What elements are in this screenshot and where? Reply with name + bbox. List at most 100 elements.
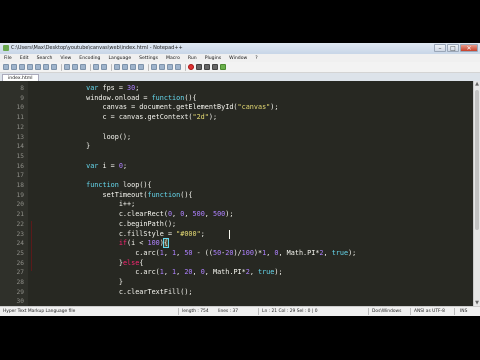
code-text: setTimeout(function(){ <box>37 190 193 199</box>
code-line[interactable]: 26 }else{ <box>0 259 473 269</box>
code-line[interactable]: 22 c.beginPath(); <box>0 220 473 230</box>
code-text: c.clearRect(0, 0, 500, 500); <box>37 210 234 219</box>
code-line[interactable]: 23 c.fillStyle = "#000"; <box>0 229 473 240</box>
code-text: }else{ <box>37 258 144 267</box>
line-number: 21 <box>16 211 24 219</box>
undo-icon[interactable] <box>93 64 99 70</box>
code-line[interactable]: 20 i++; <box>0 200 473 210</box>
word-wrap-icon[interactable] <box>159 64 165 70</box>
play-macro-multiple-icon[interactable] <box>212 64 218 70</box>
code-line[interactable]: 25 c.arc(1, 1, 50 - ((50-20)/100)*1, 0, … <box>0 249 473 259</box>
code-text: function loop(){ <box>86 181 152 189</box>
maximize-button[interactable]: □ <box>447 44 459 52</box>
play-macro-icon[interactable] <box>204 64 210 70</box>
code-text: var i = 0; <box>86 161 128 170</box>
code-line[interactable]: 30 <box>0 297 473 306</box>
close-all-icon[interactable] <box>43 64 49 70</box>
menu-file[interactable]: File <box>0 56 16 61</box>
cut-icon[interactable] <box>64 64 70 70</box>
code-text: canvas = document.getElementById("canvas… <box>37 103 279 112</box>
menu-view[interactable]: View <box>56 56 75 61</box>
code-text: c.clearTextFill(); <box>37 287 193 296</box>
open-file-icon[interactable] <box>11 64 17 70</box>
toolbar-separator <box>148 63 149 71</box>
toolbar-separator <box>185 63 186 71</box>
new-file-icon[interactable] <box>3 64 9 70</box>
status-length: length : 754 <box>182 309 209 314</box>
scroll-up-icon[interactable]: ▲ <box>474 81 480 87</box>
record-macro-icon[interactable] <box>188 64 194 70</box>
code-line[interactable]: 17 <box>0 171 473 181</box>
code-line[interactable]: 13 loop(); <box>0 133 473 143</box>
line-number: 9 <box>20 94 24 102</box>
code-editor[interactable]: 8 var fps = 30; 9 window.onload = functio… <box>0 81 473 306</box>
code-text: var fps = 30; <box>86 84 140 92</box>
menu-window[interactable]: Window <box>225 56 251 61</box>
menu-bar: File Edit Search View Encoding Language … <box>0 54 480 62</box>
line-number: 28 <box>16 279 24 286</box>
menu-search[interactable]: Search <box>33 56 57 61</box>
save-icon[interactable] <box>19 64 25 70</box>
line-number: 18 <box>16 182 24 189</box>
toolbar-separator <box>111 63 112 71</box>
code-line[interactable]: 8 var fps = 30; <box>0 84 473 94</box>
menu-help[interactable]: ? <box>251 56 261 61</box>
line-number: 22 <box>16 220 24 228</box>
redo-icon[interactable] <box>101 64 107 70</box>
indent-guide-icon[interactable] <box>175 64 181 70</box>
sync-scroll-icon[interactable] <box>151 64 157 70</box>
line-number: 30 <box>16 298 24 306</box>
line-number: 10 <box>16 104 24 112</box>
code-line[interactable]: 9 window.onload = function(){ <box>0 94 473 104</box>
code-line[interactable]: 28 } <box>0 278 473 288</box>
close-button[interactable]: ✕ <box>460 44 478 52</box>
show-all-chars-icon[interactable] <box>167 64 173 70</box>
line-number: 12 <box>16 123 24 131</box>
line-number: 25 <box>16 249 24 257</box>
line-number: 26 <box>16 259 24 267</box>
vertical-scrollbar[interactable]: ▲ ▼ <box>473 81 480 306</box>
close-file-icon[interactable] <box>35 64 41 70</box>
menu-edit[interactable]: Edit <box>16 56 33 61</box>
zoom-out-icon[interactable] <box>138 64 144 70</box>
print-icon[interactable] <box>51 64 57 70</box>
stop-macro-icon[interactable] <box>196 64 202 70</box>
code-line[interactable]: 14 } <box>0 142 473 152</box>
save-macro-icon[interactable] <box>220 64 226 70</box>
code-line[interactable]: 10 canvas = document.getElementById("can… <box>0 103 473 113</box>
code-line[interactable]: 24 if(i < 100){ <box>0 238 473 249</box>
copy-icon[interactable] <box>72 64 78 70</box>
minimize-button[interactable]: – <box>434 44 446 52</box>
scrollbar-thumb[interactable] <box>475 90 479 230</box>
save-all-icon[interactable] <box>27 64 33 70</box>
code-line[interactable]: 19 setTimeout(function(){ <box>0 191 473 201</box>
code-line[interactable]: 29 c.clearTextFill(); <box>0 288 473 298</box>
find-icon[interactable] <box>114 64 120 70</box>
menu-macro[interactable]: Macro <box>162 56 184 61</box>
line-number: 23 <box>16 230 24 238</box>
code-line[interactable]: 16 var i = 0; <box>0 162 473 172</box>
menu-language[interactable]: Language <box>104 56 135 61</box>
replace-icon[interactable] <box>122 64 128 70</box>
status-divider <box>368 308 369 315</box>
app-icon <box>3 45 9 51</box>
menu-encoding[interactable]: Encoding <box>75 56 104 61</box>
code-text: } <box>37 142 91 151</box>
code-text: c = canvas.getContext("2d"); <box>37 113 218 122</box>
code-text: loop(); <box>37 132 132 141</box>
status-eol: Dos\Windows <box>372 309 402 314</box>
text-cursor <box>229 229 230 239</box>
code-line[interactable]: 15 <box>0 152 473 162</box>
menu-plugins[interactable]: Plugins <box>201 56 225 61</box>
menu-run[interactable]: Run <box>184 56 201 61</box>
code-line[interactable]: 12 <box>0 123 473 133</box>
paste-icon[interactable] <box>80 64 86 70</box>
code-line[interactable]: 27 c.arc(1, 1, 20, 0, Math.PI*2, true); <box>0 268 473 278</box>
code-line[interactable]: 18 function loop(){ <box>0 181 473 191</box>
toolbar-separator <box>61 63 62 71</box>
menu-settings[interactable]: Settings <box>135 56 162 61</box>
code-line[interactable]: 21 c.clearRect(0, 0, 500, 500); <box>0 210 473 220</box>
window-title: C:\Users\Max\Desktop\youtube\canvas\web\… <box>11 45 183 51</box>
code-line[interactable]: 11 c = canvas.getContext("2d"); <box>0 113 473 123</box>
zoom-in-icon[interactable] <box>130 64 136 70</box>
